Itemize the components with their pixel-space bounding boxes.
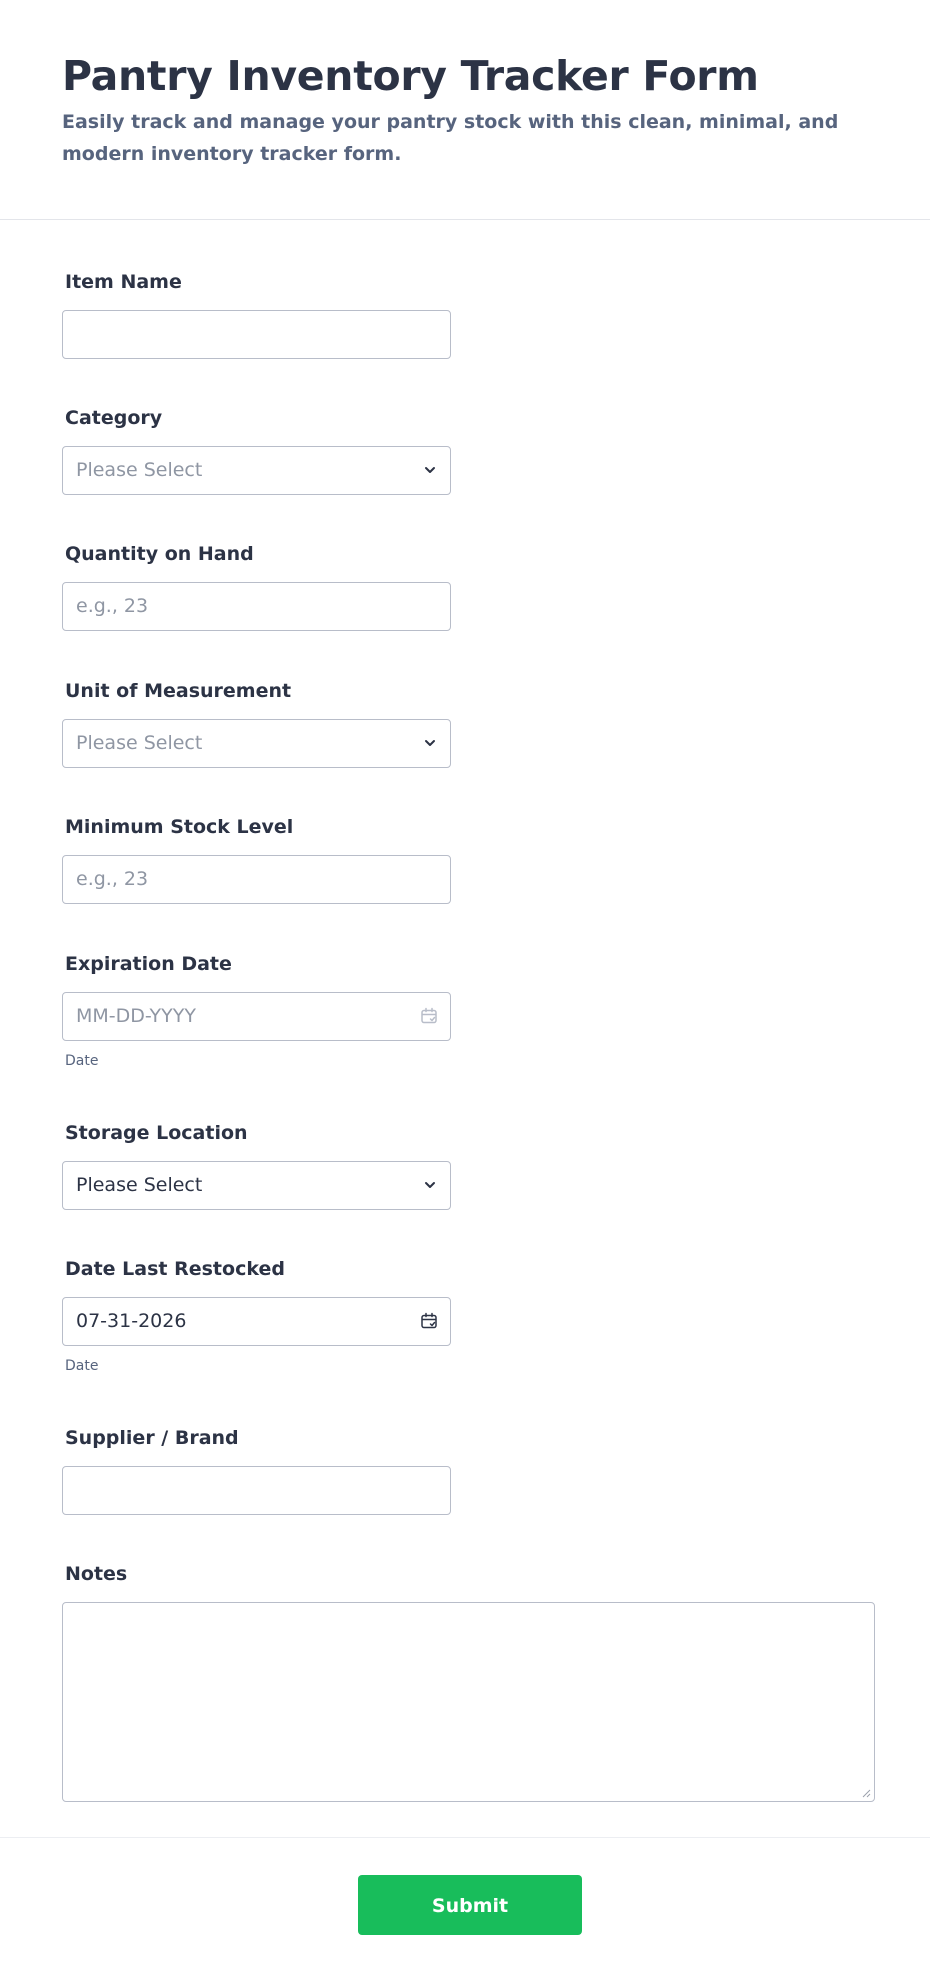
storage-location-value: Please Select [76,1174,203,1196]
chevron-down-icon [425,1182,435,1188]
category-select[interactable]: Please Select [62,446,451,495]
quantity-on-hand-placeholder: e.g., 23 [76,595,149,617]
quantity-on-hand-label: Quantity on Hand [65,543,254,565]
item-name-label: Item Name [65,271,182,293]
expiration-date-label: Expiration Date [65,953,232,975]
unit-of-measurement-label: Unit of Measurement [65,680,292,702]
notes-textarea[interactable] [62,1602,875,1802]
resize-grip-icon[interactable] [861,1788,871,1798]
unit-of-measurement-value: Please Select [76,732,203,754]
category-value: Please Select [76,459,203,481]
supplier-brand-label: Supplier / Brand [65,1427,239,1449]
category-label: Category [65,407,163,429]
date-last-restocked-value: 07-31-2026 [76,1310,187,1332]
storage-location-select[interactable]: Please Select [62,1161,451,1210]
expiration-date-placeholder: MM-DD-YYYY [76,1005,196,1027]
supplier-brand-input[interactable] [62,1466,451,1515]
item-name-input[interactable] [62,310,451,359]
calendar-icon[interactable] [420,1007,438,1025]
minimum-stock-level-label: Minimum Stock Level [65,816,294,838]
minimum-stock-level-placeholder: e.g., 23 [76,868,149,890]
minimum-stock-level-input[interactable]: e.g., 23 [62,855,451,904]
chevron-down-icon [425,467,435,473]
expiration-date-input[interactable]: MM-DD-YYYY [62,992,451,1041]
unit-of-measurement-select[interactable]: Please Select [62,719,451,768]
form-title: Pantry Inventory Tracker Form [62,52,759,100]
form-subtitle: Easily track and manage your pantry stoc… [62,111,839,165]
form-header: Pantry Inventory Tracker Form Easily tra… [0,0,930,220]
expiration-date-sublabel: Date [65,1053,99,1069]
chevron-down-icon [425,740,435,746]
date-last-restocked-sublabel: Date [65,1358,99,1374]
date-last-restocked-label: Date Last Restocked [65,1258,285,1280]
calendar-icon[interactable] [420,1312,438,1330]
footer-divider [0,1837,930,1838]
storage-location-label: Storage Location [65,1122,248,1144]
submit-button[interactable]: Submit [358,1875,582,1935]
notes-label: Notes [65,1563,128,1585]
date-last-restocked-input[interactable]: 07-31-2026 [62,1297,451,1346]
quantity-on-hand-input[interactable]: e.g., 23 [62,582,451,631]
